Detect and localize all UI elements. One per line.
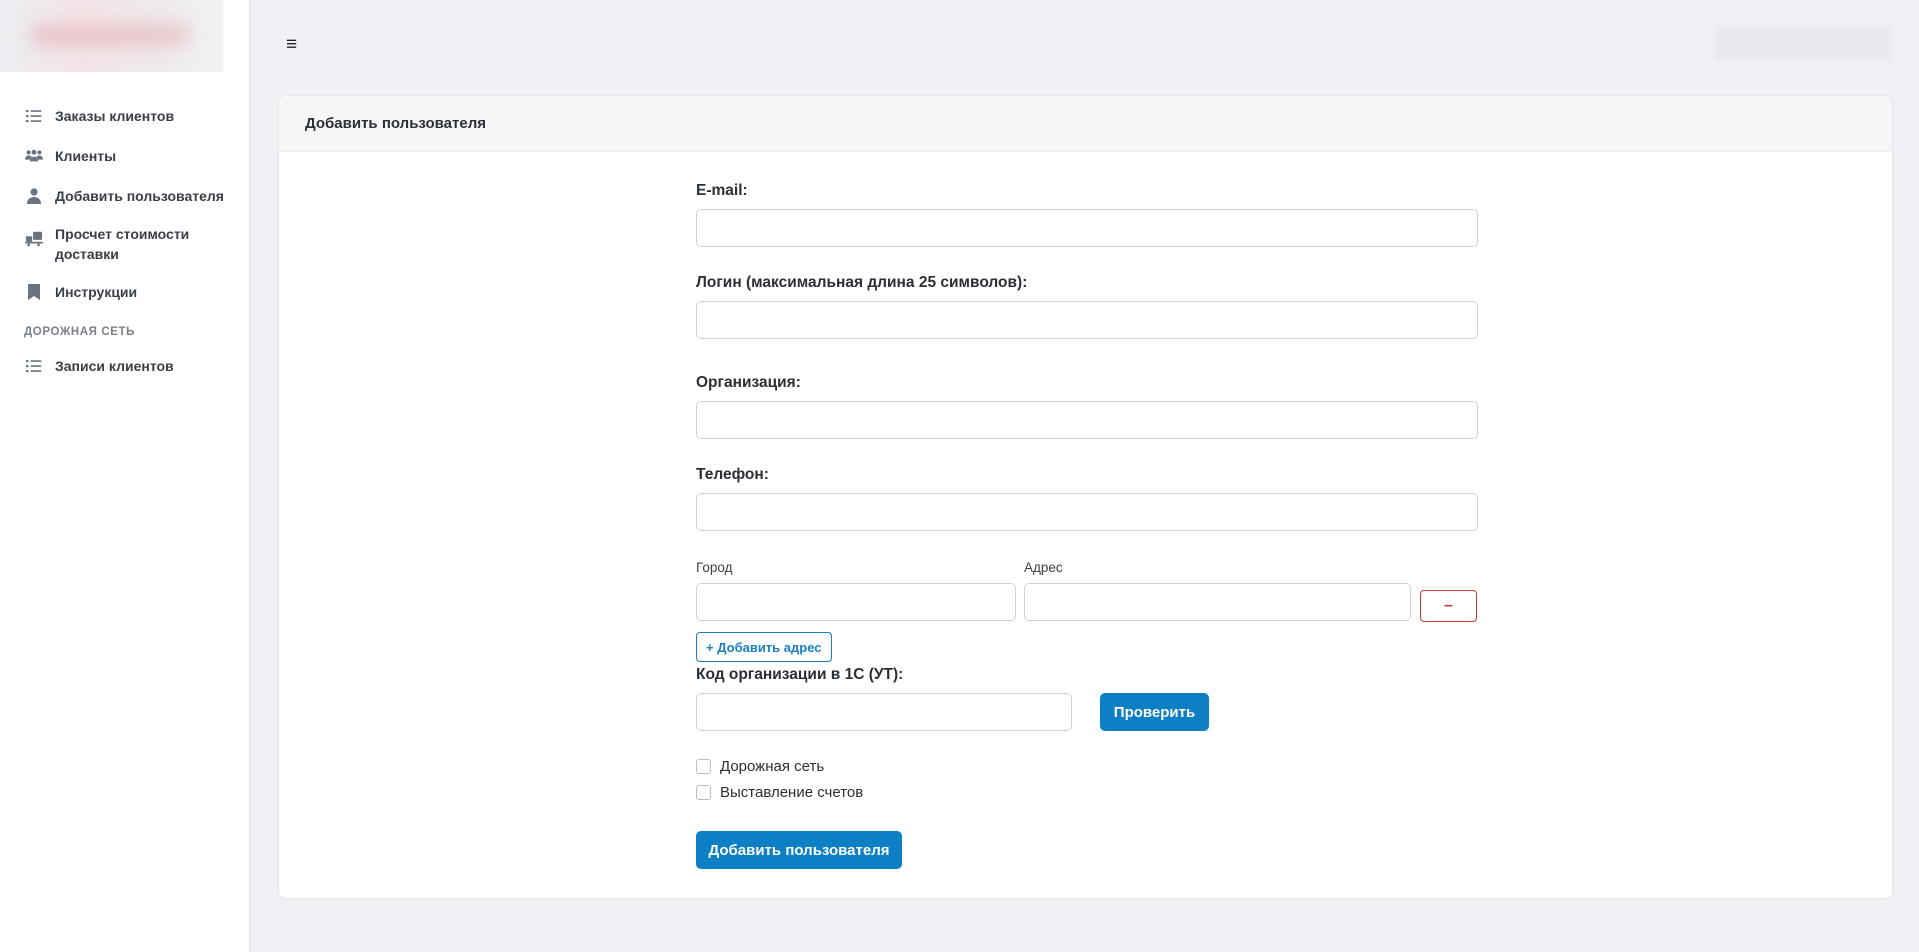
organization-label: Организация: (696, 374, 801, 391)
sidebar-item-instructions[interactable]: Инструкции (0, 272, 250, 312)
bookmark-icon (25, 283, 43, 301)
sidebar: Заказы клиентов Клиенты Добавить пользов… (0, 0, 250, 952)
sidebar-item-clients[interactable]: Клиенты (0, 136, 250, 176)
sidebar-item-delivery-cost[interactable]: Просчет стоимости доставки (0, 216, 250, 272)
menu-toggle-icon[interactable]: ≡ (286, 34, 297, 56)
sidebar-section-title: ДОРОЖНАЯ СЕТЬ (24, 326, 135, 338)
org-code-label: Код организации в 1С (УТ): (696, 666, 904, 683)
list-icon (25, 357, 43, 375)
add-address-button[interactable]: + Добавить адрес (696, 632, 832, 662)
address-field[interactable] (1024, 583, 1411, 621)
sidebar-item-customer-orders[interactable]: Заказы клиентов (0, 96, 250, 136)
invoicing-checkbox-label: Выставление счетов (720, 784, 864, 801)
city-label: Город (696, 560, 733, 575)
submit-add-user-button[interactable]: Добавить пользователя (696, 831, 902, 869)
phone-field[interactable] (696, 493, 1478, 531)
users-icon (25, 147, 43, 165)
address-label: Адрес (1024, 560, 1063, 575)
sidebar-item-label: Инструкции (55, 284, 138, 300)
add-user-card: Добавить пользователя E-mail: Логин (мак… (278, 95, 1893, 899)
login-label: Логин (максимальная длина 25 символов): (696, 274, 1028, 291)
invoicing-checkbox[interactable] (696, 785, 711, 800)
remove-address-button[interactable]: – (1420, 590, 1477, 622)
org-code-field[interactable] (696, 693, 1072, 731)
sidebar-item-label: Клиенты (55, 148, 117, 164)
logo[interactable] (0, 0, 223, 72)
sidebar-item-client-records[interactable]: Записи клиентов (0, 346, 250, 386)
sidebar-item-label: Записи клиентов (55, 358, 174, 374)
email-field[interactable] (696, 209, 1478, 247)
sidebar-item-label: Просчет стоимости доставки (55, 226, 190, 262)
list-icon (25, 107, 43, 125)
email-label: E-mail: (696, 182, 748, 199)
sidebar-item-add-user[interactable]: Добавить пользователя (0, 176, 250, 216)
user-menu[interactable] (1714, 25, 1891, 61)
sidebar-nav: Заказы клиентов Клиенты Добавить пользов… (0, 96, 250, 386)
organization-field[interactable] (696, 401, 1478, 439)
user-icon (25, 187, 43, 205)
city-field[interactable] (696, 583, 1016, 621)
sidebar-item-label: Заказы клиентов (55, 108, 175, 124)
login-field[interactable] (696, 301, 1478, 339)
invoicing-checkbox-row[interactable]: Выставление счетов (696, 784, 863, 801)
delivery-icon (25, 230, 43, 248)
check-button[interactable]: Проверить (1100, 693, 1209, 731)
card-title: Добавить пользователя (279, 96, 1892, 152)
road-network-checkbox-label: Дорожная сеть (720, 758, 825, 775)
road-network-checkbox[interactable] (696, 759, 711, 774)
sidebar-item-label: Добавить пользователя (55, 188, 224, 204)
phone-label: Телефон: (696, 466, 769, 483)
road-network-checkbox-row[interactable]: Дорожная сеть (696, 758, 824, 775)
